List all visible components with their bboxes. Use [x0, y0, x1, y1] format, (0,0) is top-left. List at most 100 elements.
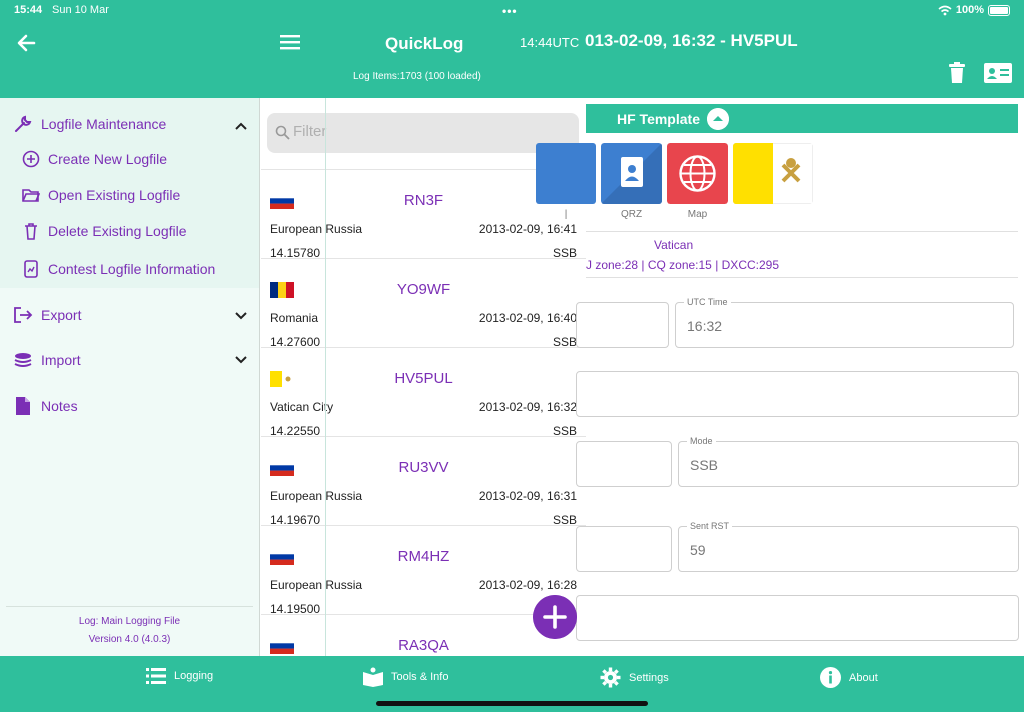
import-chevron-down-icon[interactable]	[234, 355, 248, 365]
status-bar: 15:44 Sun 10 Mar ••• 100%	[14, 4, 1010, 18]
log-entry-row[interactable]: RM4HZ European Russia 2013-02-09, 16:28 …	[261, 525, 586, 616]
tab-settings-label: Settings	[629, 671, 669, 684]
template-label: HF Template	[617, 111, 700, 127]
entry-title: 013-02-09, 16:32 - HV5PUL	[585, 31, 798, 50]
mode-field[interactable]: Mode SSB	[678, 436, 1019, 487]
wide-field[interactable]	[576, 595, 1019, 641]
open-existing-logfile-item[interactable]: Open Existing Logfile	[22, 186, 180, 204]
notes-item[interactable]: Notes	[13, 397, 78, 415]
partial-tile-icon[interactable]	[536, 143, 596, 204]
template-bar[interactable]: HF Template	[586, 104, 1018, 133]
import-icon	[14, 353, 32, 367]
logfile-maintenance-group: Logfile Maintenance Create New Logfile O…	[0, 98, 259, 288]
contest-info-icon	[24, 260, 38, 278]
mode-value: SSB	[690, 457, 719, 473]
log-items-count: Log Items:1703 (100 loaded)	[353, 71, 481, 82]
wide-field[interactable]	[576, 371, 1019, 417]
import-item[interactable]: Import	[13, 351, 81, 369]
country: Vatican City	[270, 400, 334, 414]
tab-about-label: About	[849, 671, 878, 684]
wifi-icon	[938, 5, 952, 15]
trash-icon	[25, 223, 37, 240]
datetime: 2013-02-09, 16:32	[478, 400, 577, 414]
globe-icon[interactable]	[667, 143, 728, 204]
create-new-logfile-label: Create New Logfile	[48, 151, 168, 167]
info-icon	[820, 667, 841, 688]
chevron-up-icon[interactable]	[234, 121, 248, 131]
delete-existing-logfile-item[interactable]: Delete Existing Logfile	[22, 222, 187, 240]
logfile-maintenance-header[interactable]: Logfile Maintenance	[13, 114, 166, 134]
tab-settings[interactable]: Settings	[600, 667, 669, 688]
top-header: 15:44 Sun 10 Mar ••• 100% QuickLog 14:44…	[0, 0, 1024, 98]
sidebar-divider	[6, 606, 253, 607]
log-entry-row[interactable]: YO9WF Romania 2013-02-09, 16:40 14.27600…	[261, 258, 586, 349]
contest-logfile-information-label: Contest Logfile Information	[48, 261, 216, 277]
plus-circle-icon	[22, 150, 40, 168]
export-item[interactable]: Export	[13, 306, 81, 324]
datetime: 2013-02-09, 16:31	[478, 489, 577, 503]
create-new-logfile-item[interactable]: Create New Logfile	[22, 150, 167, 168]
vatican-flag-tile-icon[interactable]	[733, 143, 813, 204]
partial-tile-label: |	[564, 209, 568, 220]
app-title: QuickLog	[385, 34, 464, 53]
datetime: 2013-02-09, 16:40	[478, 311, 577, 325]
callsign: RA3QA	[398, 637, 449, 654]
callsign: HV5PUL	[394, 370, 453, 387]
status-date: Sun 10 Mar	[52, 4, 109, 16]
hamburger-menu-icon[interactable]	[279, 33, 301, 51]
country-name: Vatican	[654, 238, 694, 252]
partial-field[interactable]	[576, 302, 669, 348]
status-indicators: 100%	[938, 4, 1010, 16]
search-icon	[275, 125, 290, 140]
sent-rst-value: 59	[690, 542, 706, 558]
export-label: Export	[41, 307, 82, 323]
book-icon	[363, 667, 383, 687]
tab-logging[interactable]: Logging	[146, 667, 213, 685]
datetime: 2013-02-09, 16:28	[478, 578, 577, 592]
add-log-entry-button[interactable]	[533, 595, 577, 639]
sidebar: Logfile Maintenance Create New Logfile O…	[0, 98, 260, 656]
delete-entry-trash-icon[interactable]	[948, 62, 966, 84]
column-guide-line	[325, 98, 326, 656]
sent-rst-field[interactable]: Sent RST 59	[678, 521, 1019, 572]
utc-time-value: 16:32	[687, 318, 723, 334]
current-log-name: Log: Main Logging File	[78, 616, 181, 627]
log-entry-row[interactable]: RU3VV European Russia 2013-02-09, 16:31 …	[261, 436, 586, 527]
app-version: Version 4.0 (4.0.3)	[88, 634, 171, 645]
partial-field[interactable]	[576, 526, 672, 572]
wrench-icon	[15, 115, 32, 132]
country: European Russia	[270, 578, 363, 592]
contact-card-icon[interactable]	[984, 63, 1012, 83]
chevron-up-circle-icon[interactable]	[707, 108, 729, 130]
utc-time-field[interactable]: UTC Time 16:32	[675, 297, 1014, 348]
contest-logfile-information-item[interactable]: Contest Logfile Information	[22, 260, 215, 278]
callsign: RU3VV	[398, 459, 449, 476]
contact-book-icon[interactable]	[601, 143, 662, 204]
filter-bar[interactable]	[267, 113, 579, 153]
battery-percent: 100%	[955, 4, 984, 16]
tab-about[interactable]: About	[820, 667, 878, 688]
zones-info: J zone:28 | CQ zone:15 | DXCC:295	[586, 258, 780, 272]
home-indicator[interactable]	[376, 701, 648, 706]
open-existing-logfile-label: Open Existing Logfile	[48, 187, 181, 203]
mode-label: Mode	[687, 436, 716, 446]
import-label: Import	[41, 352, 81, 368]
entry-detail-panel: HF Template | QRZ Map Vatican J zone:28 …	[536, 98, 1024, 656]
qrz-label: QRZ	[620, 209, 643, 220]
callsign: RM4HZ	[397, 548, 450, 565]
battery-icon	[988, 4, 1010, 16]
partial-field[interactable]	[576, 441, 672, 487]
tab-tools-info[interactable]: Tools & Info	[363, 667, 448, 687]
status-time: 15:44	[14, 4, 43, 16]
back-arrow-icon[interactable]	[14, 30, 40, 56]
logfile-maintenance-label: Logfile Maintenance	[41, 116, 167, 132]
divider	[586, 277, 1018, 278]
export-icon	[14, 307, 33, 323]
datetime: 2013-02-09, 16:41	[478, 222, 577, 236]
utc-time-label: UTC Time	[684, 297, 731, 307]
divider	[586, 231, 1018, 232]
log-entry-row[interactable]: HV5PUL Vatican City 2013-02-09, 16:32 14…	[261, 347, 586, 438]
export-chevron-down-icon[interactable]	[234, 311, 248, 321]
multitasking-dots-icon[interactable]: •••	[502, 4, 518, 18]
filter-input[interactable]	[293, 123, 563, 140]
